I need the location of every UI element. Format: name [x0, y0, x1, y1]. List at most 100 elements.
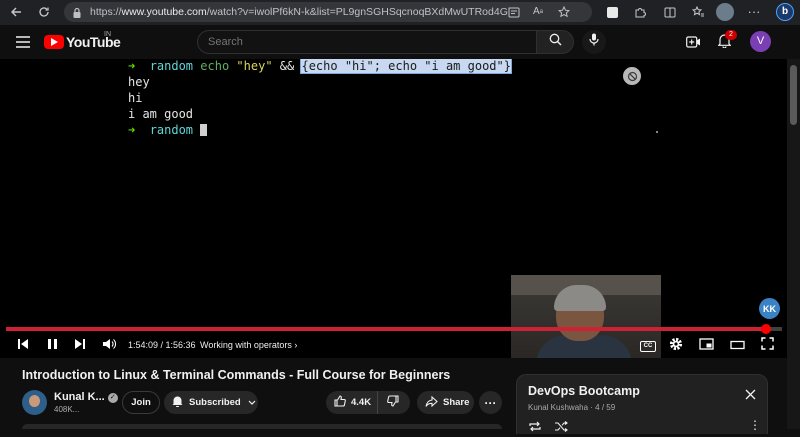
- playlist-title[interactable]: DevOps Bootcamp: [528, 384, 640, 398]
- progress-bar[interactable]: [6, 324, 782, 334]
- loop-icon: [528, 419, 542, 436]
- like-button[interactable]: 4.4K: [326, 391, 378, 414]
- close-icon: [745, 387, 756, 403]
- like-count: 4.4K: [351, 397, 372, 408]
- terminal-line-4: i am good: [128, 107, 194, 121]
- terminal-output: ➜ random echo "hey" && {echo "hi"; echo …: [128, 59, 512, 139]
- share-button[interactable]: Share: [417, 391, 474, 414]
- playlist-meta: Kunal Kushwaha · 4 / 59: [528, 403, 616, 412]
- video-player[interactable]: ➜ random echo "hey" && {echo "hi"; echo …: [0, 59, 787, 358]
- voice-search-button[interactable]: [582, 30, 606, 54]
- shuffle-icon: [554, 419, 568, 436]
- more-horizontal-icon: ···: [484, 395, 497, 410]
- terminal-line-3: hi: [128, 91, 143, 105]
- settings-button[interactable]: [668, 337, 684, 355]
- join-button[interactable]: Join: [122, 391, 160, 414]
- shuffle-button[interactable]: [554, 419, 568, 437]
- chevron-right-icon: ›: [294, 340, 298, 350]
- back-arrow-icon[interactable]: [8, 4, 24, 20]
- channel-watermark-logo[interactable]: KK: [759, 298, 780, 319]
- skip-next-icon: [74, 337, 86, 355]
- no-entry-icon: [623, 67, 641, 85]
- favorite-star-icon[interactable]: [556, 4, 572, 20]
- fullscreen-icon: [760, 337, 774, 355]
- gear-icon: [669, 337, 683, 356]
- verified-check-icon: ✓: [107, 393, 118, 403]
- profile-avatar-icon[interactable]: [716, 3, 734, 21]
- hamburger-menu-icon[interactable]: [16, 35, 30, 48]
- account-avatar[interactable]: V: [750, 31, 771, 52]
- page-scrollbar[interactable]: [787, 59, 800, 429]
- time-display: 1:54:09 / 1:56:36: [128, 340, 196, 350]
- scrollbar-thumb[interactable]: [790, 65, 797, 125]
- more-menu-icon[interactable]: ···: [746, 4, 762, 20]
- volume-button[interactable]: [101, 337, 117, 355]
- terminal-line-2: hey: [128, 75, 150, 89]
- youtube-logo[interactable]: YouTube IN: [44, 31, 121, 50]
- loop-playlist-button[interactable]: [528, 419, 542, 437]
- search-icon: [549, 33, 562, 51]
- video-title: Introduction to Linux & Terminal Command…: [22, 368, 451, 382]
- extension-icon[interactable]: [604, 4, 620, 20]
- screen-artifact: [656, 131, 658, 133]
- bing-copilot-icon[interactable]: b: [776, 3, 794, 21]
- dislike-button[interactable]: [378, 391, 408, 414]
- miniplayer-button[interactable]: [698, 337, 714, 355]
- youtube-play-icon: [44, 35, 64, 49]
- search-button[interactable]: [536, 30, 574, 54]
- selected-text: {echo "hi"; echo "i am good"}: [300, 59, 512, 74]
- favorites-icon[interactable]: [690, 4, 706, 20]
- thumbs-up-icon: [334, 395, 346, 410]
- search-box[interactable]: [197, 30, 537, 54]
- subtitles-button[interactable]: CC: [639, 337, 657, 355]
- split-screen-icon[interactable]: [662, 4, 678, 20]
- youtube-header: YouTube IN 2 V: [0, 25, 800, 59]
- playlist-panel: DevOps Bootcamp Kunal Kushwaha · 4 / 59 …: [516, 374, 768, 434]
- subscriber-count: 408K...: [54, 405, 80, 414]
- description-box[interactable]: [22, 424, 502, 429]
- skip-previous-icon: [17, 337, 29, 355]
- notification-badge: 2: [725, 30, 737, 40]
- browser-toolbar: https://www.youtube.com/watch?v=iwolPf6k…: [0, 0, 800, 25]
- reader-view-icon[interactable]: [506, 4, 522, 20]
- video-camera-plus-icon: [686, 35, 701, 52]
- notifications-button[interactable]: 2: [717, 30, 737, 53]
- playlist-owner[interactable]: Kunal Kushwaha: [528, 403, 588, 412]
- create-video-button[interactable]: [686, 35, 701, 53]
- search-input[interactable]: [208, 31, 528, 53]
- pause-button[interactable]: [45, 337, 59, 355]
- url-text[interactable]: https://www.youtube.com/watch?v=iwolPf6k…: [90, 6, 510, 18]
- extensions-puzzle-icon[interactable]: [632, 4, 648, 20]
- progress-scrubber[interactable]: [760, 324, 771, 334]
- reload-icon[interactable]: [36, 4, 52, 20]
- read-aloud-icon[interactable]: Aa: [530, 4, 546, 20]
- thumbs-down-icon: [387, 395, 399, 410]
- chapter-title: Working with operators: [200, 340, 292, 350]
- more-actions-button[interactable]: ···: [479, 391, 502, 414]
- volume-icon: [102, 337, 116, 355]
- theater-mode-button[interactable]: [729, 337, 745, 355]
- chevron-down-icon: [248, 397, 256, 408]
- terminal-line-5: ➜ random: [128, 123, 511, 139]
- closed-captions-icon: CC: [640, 340, 656, 352]
- close-playlist-button[interactable]: [743, 388, 757, 402]
- channel-avatar[interactable]: [22, 390, 47, 415]
- bell-icon: [172, 395, 183, 410]
- like-dislike-group: 4.4K: [326, 391, 410, 414]
- previous-button[interactable]: [16, 337, 30, 355]
- next-button[interactable]: [73, 337, 87, 355]
- chapter-button[interactable]: Working with operators ›: [200, 340, 297, 350]
- address-bar[interactable]: https://www.youtube.com/watch?v=iwolPf6k…: [64, 2, 592, 22]
- fullscreen-button[interactable]: [759, 337, 775, 355]
- playlist-more-icon[interactable]: ⋮: [749, 418, 761, 432]
- theater-mode-icon: [729, 337, 745, 355]
- youtube-logo-text: YouTube: [66, 34, 121, 50]
- terminal-cursor: [200, 124, 208, 136]
- pause-icon: [47, 337, 58, 355]
- channel-name[interactable]: Kunal K... ✓: [54, 391, 118, 403]
- progress-played: [6, 327, 766, 331]
- share-arrow-icon: [425, 395, 438, 410]
- playlist-position: 4 / 59: [595, 403, 616, 412]
- subscribed-button[interactable]: Subscribed: [164, 391, 258, 414]
- country-code: IN: [104, 31, 111, 38]
